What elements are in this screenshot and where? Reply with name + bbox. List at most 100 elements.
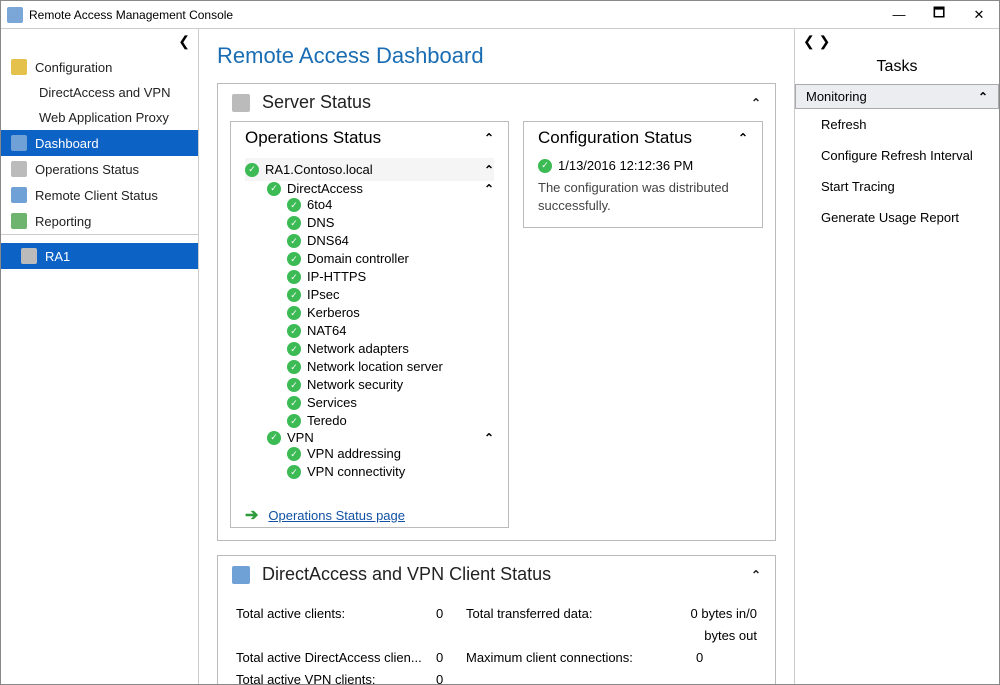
check-icon: ✓ — [287, 306, 301, 320]
client-status-panel: DirectAccess and VPN Client Status ⌃ Tot… — [217, 555, 776, 684]
maximize-button[interactable]: 🗖 — [919, 1, 959, 29]
nav-label: DirectAccess and VPN — [39, 85, 171, 100]
operations-status-body: ✓ RA1.Contoso.local ⌃ ✓ DirectAccess ⌃ ✓… — [231, 154, 508, 493]
service-label: IPsec — [307, 286, 340, 304]
section-label: Monitoring — [806, 89, 867, 104]
task-item[interactable]: Generate Usage Report — [795, 202, 999, 233]
service-item[interactable]: ✓DNS — [245, 214, 494, 232]
check-icon: ✓ — [287, 396, 301, 410]
operations-status-panel: Operations Status ⌃ ✓ RA1.Contoso.local … — [230, 121, 509, 528]
client-status-header[interactable]: DirectAccess and VPN Client Status ⌃ — [218, 556, 775, 593]
service-label: DNS — [307, 214, 334, 232]
service-item[interactable]: ✓6to4 — [245, 196, 494, 214]
configuration-status-title: Configuration Status — [538, 128, 692, 148]
service-label: Teredo — [307, 412, 347, 430]
operations-status-link[interactable]: Operations Status page — [268, 508, 405, 523]
chevron-up-icon[interactable]: ⌃ — [484, 182, 494, 196]
check-icon: ✓ — [287, 360, 301, 374]
nav-operations-status[interactable]: Operations Status — [1, 156, 198, 182]
chevron-up-icon[interactable]: ⌃ — [751, 568, 761, 582]
server-status-header[interactable]: Server Status ⌃ — [218, 84, 775, 121]
nav-web-application-proxy[interactable]: Web Application Proxy — [1, 105, 198, 130]
tasks-section-monitoring[interactable]: Monitoring ⌃ — [795, 84, 999, 109]
operations-status-link-row: ➔ Operations Status page — [231, 493, 508, 527]
chevron-up-icon[interactable]: ⌃ — [484, 131, 494, 145]
service-item[interactable]: ✓Network adapters — [245, 340, 494, 358]
stat-value: 0 — [436, 669, 466, 684]
close-button[interactable]: ✕ — [959, 1, 999, 29]
nav-remote-client-status[interactable]: Remote Client Status — [1, 182, 198, 208]
minimize-button[interactable]: — — [879, 1, 919, 29]
ops-server-root[interactable]: ✓ RA1.Contoso.local ⌃ — [245, 158, 494, 181]
configuration-status-header[interactable]: Configuration Status ⌃ — [524, 122, 762, 154]
client-row: Total active DirectAccess clien... 0 Max… — [236, 647, 757, 669]
chevron-up-icon[interactable]: ⌃ — [751, 96, 761, 110]
collapse-left-button[interactable]: ❮ — [1, 29, 198, 54]
service-label: Domain controller — [307, 250, 409, 268]
check-icon: ✓ — [287, 198, 301, 212]
config-timestamp: 1/13/2016 12:12:36 PM — [558, 158, 693, 173]
service-item[interactable]: ✓Network location server — [245, 358, 494, 376]
check-icon: ✓ — [287, 465, 301, 479]
stat-label: Total transferred data: — [466, 603, 656, 647]
ops-group-directaccess[interactable]: ✓ DirectAccess ⌃ — [245, 181, 494, 196]
stat-label: Total active VPN clients: — [236, 669, 436, 684]
service-item[interactable]: ✓ Domain controller — [245, 250, 494, 268]
service-item[interactable]: ✓Network security — [245, 376, 494, 394]
server-icon — [21, 248, 37, 264]
nav-configuration[interactable]: Configuration — [1, 54, 198, 80]
configuration-status-body: ✓ 1/13/2016 12:12:36 PM The configuratio… — [524, 154, 762, 227]
report-icon — [11, 213, 27, 229]
client-row: Total active VPN clients: 0 — [236, 669, 757, 684]
nav-label: Remote Client Status — [35, 188, 158, 203]
server-item-ra1[interactable]: RA1 — [1, 243, 198, 269]
app-window: Remote Access Management Console — 🗖 ✕ ❮… — [0, 0, 1000, 685]
nav-reporting[interactable]: Reporting — [1, 208, 198, 234]
nav-directaccess-vpn[interactable]: DirectAccess and VPN — [1, 80, 198, 105]
server-icon — [232, 94, 250, 112]
window-title: Remote Access Management Console — [29, 8, 879, 22]
group-label: DirectAccess — [287, 181, 363, 196]
operations-status-header[interactable]: Operations Status ⌃ — [231, 122, 508, 154]
nav-label: Reporting — [35, 214, 91, 229]
check-icon: ✓ — [287, 270, 301, 284]
stat-label: Maximum client connections: — [466, 647, 656, 669]
nav-dashboard[interactable]: Dashboard — [1, 130, 198, 156]
check-icon: ✓ — [287, 234, 301, 248]
server-status-title: Server Status — [262, 92, 371, 113]
service-label: IP-HTTPS — [307, 268, 366, 286]
vpn-service-list: ✓VPN addressing✓VPN connectivity — [245, 445, 494, 481]
check-icon: ✓ — [287, 252, 301, 266]
service-item[interactable]: ✓ IP-HTTPS — [245, 268, 494, 286]
service-item[interactable]: ✓Kerberos — [245, 304, 494, 322]
tasks-title: Tasks — [795, 54, 999, 84]
service-item[interactable]: ✓IPsec — [245, 286, 494, 304]
chevron-up-icon[interactable]: ⌃ — [978, 90, 988, 104]
service-item[interactable]: ✓NAT64 — [245, 322, 494, 340]
chevron-up-icon[interactable]: ⌃ — [484, 163, 494, 177]
config-timestamp-row: ✓ 1/13/2016 12:12:36 PM — [538, 158, 748, 173]
main-content: Remote Access Dashboard Server Status ⌃ … — [199, 29, 794, 684]
check-icon: ✓ — [287, 378, 301, 392]
service-label: Network adapters — [307, 340, 409, 358]
check-icon: ✓ — [538, 159, 552, 173]
service-item[interactable]: ✓Services — [245, 394, 494, 412]
service-item[interactable]: ✓VPN addressing — [245, 445, 494, 463]
service-item[interactable]: ✓ Teredo — [245, 412, 494, 430]
configuration-status-panel: Configuration Status ⌃ ✓ 1/13/2016 12:12… — [523, 121, 763, 228]
service-item[interactable]: ✓DNS64 — [245, 232, 494, 250]
check-icon: ✓ — [287, 414, 301, 428]
stat-value: 0 — [436, 647, 466, 669]
ops-group-vpn[interactable]: ✓ VPN ⌃ — [245, 430, 494, 445]
collapse-right-button[interactable]: ❮ ❯ — [795, 29, 999, 54]
chevron-up-icon[interactable]: ⌃ — [738, 131, 748, 145]
gear-icon — [11, 59, 27, 75]
chevron-up-icon[interactable]: ⌃ — [484, 431, 494, 445]
config-message: The configuration was distributed succes… — [538, 179, 748, 215]
task-item[interactable]: Refresh — [795, 109, 999, 140]
task-item[interactable]: Start Tracing — [795, 171, 999, 202]
service-item[interactable]: ✓VPN connectivity — [245, 463, 494, 481]
server-status-panel: Server Status ⌃ Operations Status ⌃ — [217, 83, 776, 541]
task-item[interactable]: Configure Refresh Interval — [795, 140, 999, 171]
check-icon: ✓ — [267, 182, 281, 196]
